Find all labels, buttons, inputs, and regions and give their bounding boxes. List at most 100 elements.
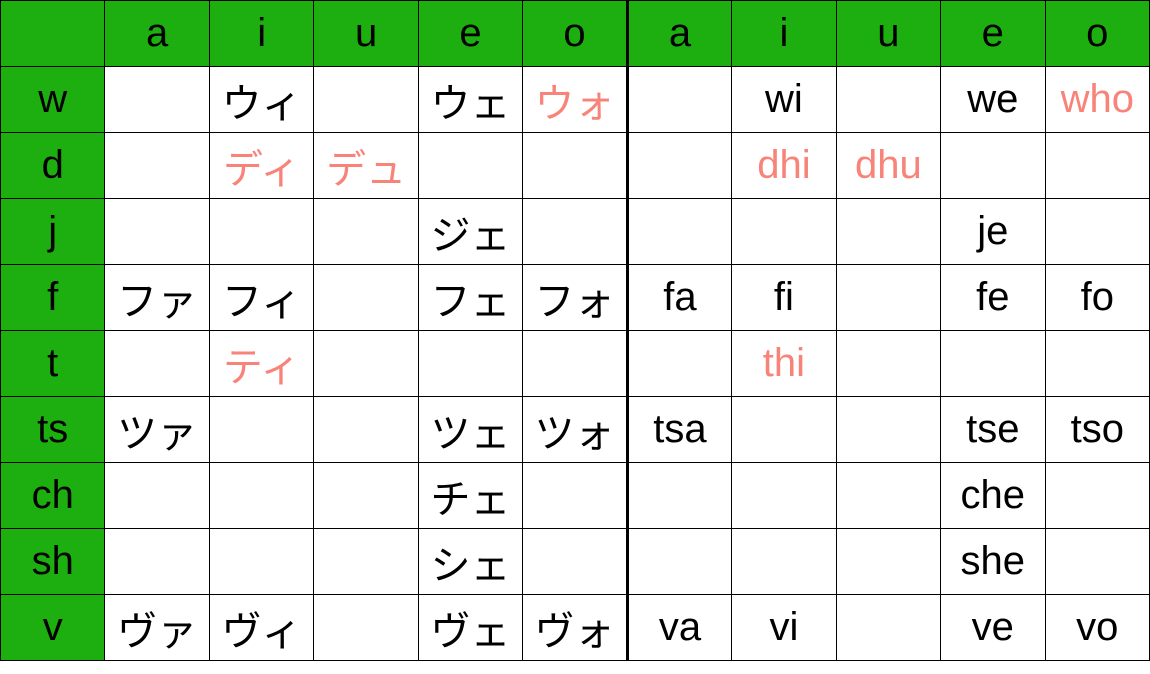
kana-cell: [105, 331, 209, 397]
romaji-cell: who: [1045, 67, 1149, 133]
romaji-cell: [732, 529, 836, 595]
table-row: wウィウェウォwiwewho: [1, 67, 1150, 133]
kana-cell: ジェ: [418, 199, 522, 265]
kana-cell: ウィ: [209, 67, 313, 133]
col-header-romaji-u: u: [836, 1, 940, 67]
kana-cell: ヴェ: [418, 595, 522, 661]
kana-cell: フェ: [418, 265, 522, 331]
kana-cell: [523, 529, 627, 595]
kana-cell: [314, 463, 418, 529]
romaji-cell: wi: [732, 67, 836, 133]
col-header-kana-o: o: [523, 1, 627, 67]
romaji-cell: che: [941, 463, 1045, 529]
kana-cell: [105, 199, 209, 265]
romaji-cell: [732, 397, 836, 463]
kana-cell: [209, 397, 313, 463]
kana-cell: ディ: [209, 133, 313, 199]
row-header-f: f: [1, 265, 105, 331]
kana-cell: [314, 199, 418, 265]
row-header-ts: ts: [1, 397, 105, 463]
col-header-romaji-o: o: [1045, 1, 1149, 67]
kana-cell: [105, 529, 209, 595]
kana-cell: [105, 133, 209, 199]
col-header-romaji-i: i: [732, 1, 836, 67]
kana-cell: ヴァ: [105, 595, 209, 661]
table-row: fファフィ フェフォfafi fefo: [1, 265, 1150, 331]
kana-cell: [523, 133, 627, 199]
romaji-cell: thi: [732, 331, 836, 397]
romaji-cell: [627, 463, 731, 529]
col-header-kana-u: u: [314, 1, 418, 67]
romaji-cell: [836, 265, 940, 331]
header-row: a i u e o a i u e o: [1, 1, 1150, 67]
kana-cell: チェ: [418, 463, 522, 529]
kana-cell: ティ: [209, 331, 313, 397]
romaji-cell: je: [941, 199, 1045, 265]
romaji-cell: fa: [627, 265, 731, 331]
romaji-cell: [836, 595, 940, 661]
kana-cell: [105, 67, 209, 133]
romaji-cell: vo: [1045, 595, 1149, 661]
table-row: shシェshe: [1, 529, 1150, 595]
romaji-cell: [627, 529, 731, 595]
romaji-cell: dhi: [732, 133, 836, 199]
table-row: t ティ thi: [1, 331, 1150, 397]
romaji-cell: [1045, 199, 1149, 265]
romaji-cell: [836, 67, 940, 133]
romaji-cell: [1045, 463, 1149, 529]
romaji-cell: we: [941, 67, 1045, 133]
kana-cell: [418, 133, 522, 199]
romaji-cell: dhu: [836, 133, 940, 199]
kana-cell: [209, 199, 313, 265]
table-row: tsツァツェツォtsatsetso: [1, 397, 1150, 463]
kana-cell: ツェ: [418, 397, 522, 463]
kana-cell: [314, 265, 418, 331]
romaji-cell: tso: [1045, 397, 1149, 463]
romaji-cell: [1045, 529, 1149, 595]
kana-cell: ウェ: [418, 67, 522, 133]
kana-cell: [314, 529, 418, 595]
romaji-cell: [627, 199, 731, 265]
romaji-cell: vi: [732, 595, 836, 661]
romaji-cell: va: [627, 595, 731, 661]
kana-cell: [523, 199, 627, 265]
romaji-cell: [836, 463, 940, 529]
romaji-cell: [941, 331, 1045, 397]
row-header-v: v: [1, 595, 105, 661]
romaji-cell: [836, 529, 940, 595]
kana-cell: フィ: [209, 265, 313, 331]
romaji-cell: tsa: [627, 397, 731, 463]
kana-cell: [314, 67, 418, 133]
row-header-t: t: [1, 331, 105, 397]
kana-cell: [418, 331, 522, 397]
kana-cell: ウォ: [523, 67, 627, 133]
romaji-cell: [836, 331, 940, 397]
kana-cell: [523, 331, 627, 397]
kana-cell: ヴィ: [209, 595, 313, 661]
kana-cell: ツァ: [105, 397, 209, 463]
romaji-cell: fi: [732, 265, 836, 331]
romaji-cell: fo: [1045, 265, 1149, 331]
kana-cell: [314, 397, 418, 463]
corner-cell: [1, 1, 105, 67]
romaji-cell: [941, 133, 1045, 199]
romaji-cell: [732, 463, 836, 529]
col-header-kana-i: i: [209, 1, 313, 67]
row-header-ch: ch: [1, 463, 105, 529]
kana-cell: [314, 331, 418, 397]
romaji-cell: she: [941, 529, 1045, 595]
kana-cell: シェ: [418, 529, 522, 595]
kana-cell: ファ: [105, 265, 209, 331]
col-header-kana-a: a: [105, 1, 209, 67]
col-header-romaji-a: a: [627, 1, 731, 67]
table-row: vヴァヴィヴェヴォvavivevo: [1, 595, 1150, 661]
kana-cell: [209, 529, 313, 595]
romaji-cell: [627, 331, 731, 397]
romaji-cell: [836, 397, 940, 463]
kana-cell: フォ: [523, 265, 627, 331]
romaji-cell: fe: [941, 265, 1045, 331]
kana-cell: [209, 463, 313, 529]
table-row: ch チェ che: [1, 463, 1150, 529]
kana-extension-table: a i u e o a i u e o wウィウェウォwiwewhodディデュd…: [0, 0, 1150, 661]
kana-cell: [314, 595, 418, 661]
